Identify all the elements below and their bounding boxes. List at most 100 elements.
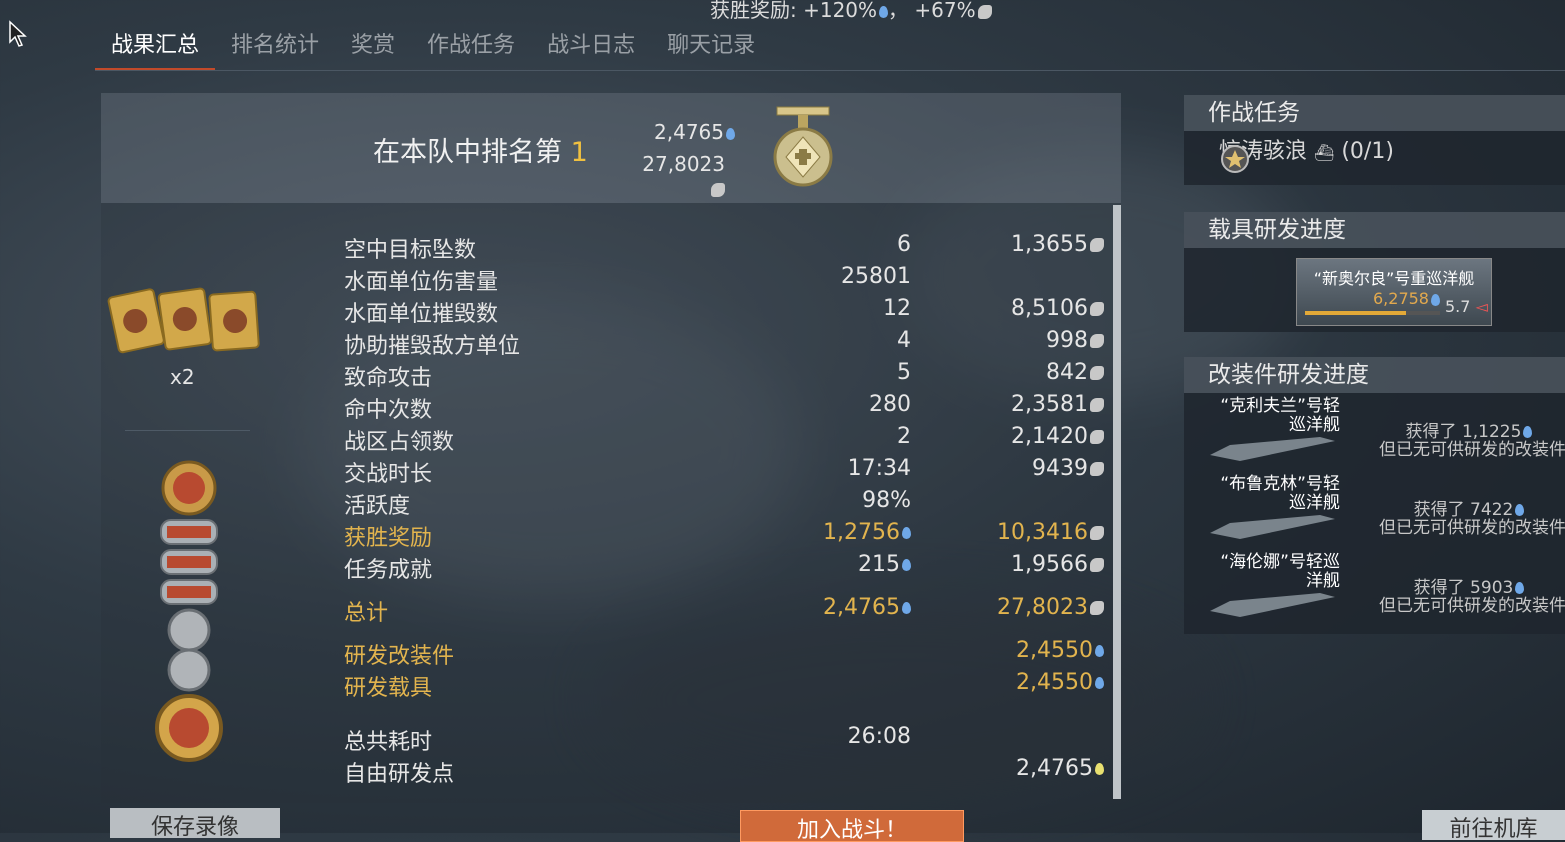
rp-icon [1095,645,1104,657]
rank-rp: 2,4765 [640,120,735,144]
stat-reward-value: 9439 [1032,456,1088,481]
stat-count: 25801 [814,264,911,289]
vehicle-br: 5.7 ◅ [1445,297,1488,316]
tab-battle-log[interactable]: 战斗日志 [531,28,651,70]
stat-reward: 998 [944,328,1104,353]
silver-lions-icon [1090,526,1104,540]
vehicle-br-value: 5.7 [1445,297,1471,316]
stat-reward: 1,3655 [944,232,1104,257]
mod-ship-name: “克利夫兰”号轻巡洋舰 [1220,396,1340,435]
stat-row: 获胜奖励 1,2756 10,3416 [344,520,1109,552]
mod-note: 但已无可供研发的改装件 [1379,440,1565,460]
cruiser-icon [1210,437,1335,461]
stat-reward-value: 998 [1046,328,1088,353]
total-rp-value: 2,4765 [823,595,900,620]
stats-scrollbar[interactable] [1113,205,1121,799]
rp-icon [902,527,911,539]
stat-count-value: 2 [897,424,911,449]
stat-count: 12 [814,296,911,321]
tab-rewards[interactable]: 奖赏 [335,28,411,70]
stat-reward: 2,3581 [944,392,1104,417]
rp-icon [879,5,889,18]
total-sl-value: 27,8023 [997,595,1088,620]
flag-icon: ◅ [1475,297,1488,316]
research-mods-rp: 2,4550 [944,638,1104,663]
mod-note: 但已无可供研发的改装件 [1379,518,1565,538]
silver-lions-icon [1090,398,1104,412]
team-rank-label: 在本队中排名第 [373,137,562,168]
stat-reward: 1,9566 [944,552,1104,577]
booster-multiplier: x2 [170,365,195,389]
tab-ranking[interactable]: 排名统计 [215,28,335,70]
stat-count-value: 5 [897,360,911,385]
stat-reward-value: 10,3416 [997,520,1088,545]
vehicle-research-card[interactable]: “新奥尔良”号重巡洋舰 6,2758 5.7 ◅ [1296,258,1492,326]
rp-icon [726,127,735,140]
research-mods-value: 2,4550 [1016,638,1093,663]
vehicle-rp: 6,2758 [1373,289,1440,308]
research-vehicle-value: 2,4550 [1016,670,1093,695]
rank-sl-value: 27,8023 [642,152,725,176]
rank-panel [101,93,1121,203]
stat-reward-value: 1,9566 [1011,552,1088,577]
stat-count: 5 [814,360,911,385]
mission-progress: (0/1) [1341,139,1394,164]
stat-count: 98% [814,488,911,513]
stat-count: 1,2756 [814,520,911,545]
silver-lions-icon [1090,601,1104,615]
research-mods-row: 研发改装件 2,4550 [344,638,1109,670]
tab-chat-log[interactable]: 聊天记录 [651,28,771,70]
stat-label: 水面单位摧毁数 [344,302,499,327]
stat-count-value: 25801 [841,264,911,289]
free-rp-icon [1095,763,1104,775]
mod-research-item: “布鲁克林”号轻巡洋舰 获得了 7422 但已无可供研发的改装件 [1184,475,1565,553]
vehicle-name: “新奥尔良”号重巡洋舰 [1313,269,1475,288]
total-time-value: 26:08 [847,724,911,749]
research-vehicle-row: 研发载具 2,4550 [344,670,1109,702]
stat-reward: 2,1420 [944,424,1104,449]
mod-note: 但已无可供研发的改装件 [1379,596,1565,616]
stat-count: 215 [814,552,911,577]
stat-label: 命中次数 [344,398,433,423]
stat-label: 活跃度 [344,494,411,519]
vehicle-rp-value: 6,2758 [1373,289,1429,308]
rank-rp-value: 2,4765 [654,120,724,144]
stat-label: 水面单位伤害量 [344,270,499,295]
tab-summary[interactable]: 战果汇总 [95,28,216,70]
vehicle-progress-bar [1305,311,1440,315]
cruiser-icon [1210,515,1335,539]
total-time-row: 总共耗时 26:08 [344,724,1109,756]
rp-icon [1095,677,1104,689]
save-replay-button[interactable]: 保存录像 [110,808,280,838]
join-battle-button[interactable]: 加入战斗！ [740,810,964,842]
silver-lions-icon [977,4,992,19]
stat-row: 交战时长 17:34 9439 [344,456,1109,488]
stat-reward-value: 2,1420 [1011,424,1088,449]
silver-lions-icon [1090,238,1104,252]
total-rp: 2,4765 [814,595,911,620]
stat-row: 水面单位摧毁数 12 8,5106 [344,296,1109,328]
free-rp: 2,4765 [944,756,1104,781]
stat-row: 战区占领数 2 2,1420 [344,424,1109,456]
mod-research-item: “克利夫兰”号轻巡洋舰 获得了 1,1225 但已无可供研发的改装件 [1184,397,1565,475]
vehicle-progress-fill [1305,311,1407,315]
stat-count: 6 [814,232,911,257]
mission-panel-title: 作战任务 [1184,95,1565,131]
rp-icon [902,602,911,614]
stat-row: 命中次数 280 2,3581 [344,392,1109,424]
silver-lions-icon [1090,302,1104,316]
silver-lions-icon [1090,430,1104,444]
stat-count: 17:34 [814,456,911,481]
total-sl: 27,8023 [944,595,1104,620]
stat-label: 获胜奖励 [344,526,433,551]
tab-missions[interactable]: 作战任务 [411,28,531,70]
silver-lions-icon [1090,462,1104,476]
total-time-label: 总共耗时 [344,730,433,755]
total-row: 总计 2,4765 27,8023 [344,595,1109,627]
stat-count-value: 280 [869,392,911,417]
team-rank: 在本队中排名第 1 [373,130,588,169]
stat-label: 交战时长 [344,462,433,487]
go-to-garage-button[interactable]: 前往机库 [1422,810,1565,840]
research-mods-label: 研发改装件 [344,644,455,669]
free-rp-label: 自由研发点 [344,762,455,787]
